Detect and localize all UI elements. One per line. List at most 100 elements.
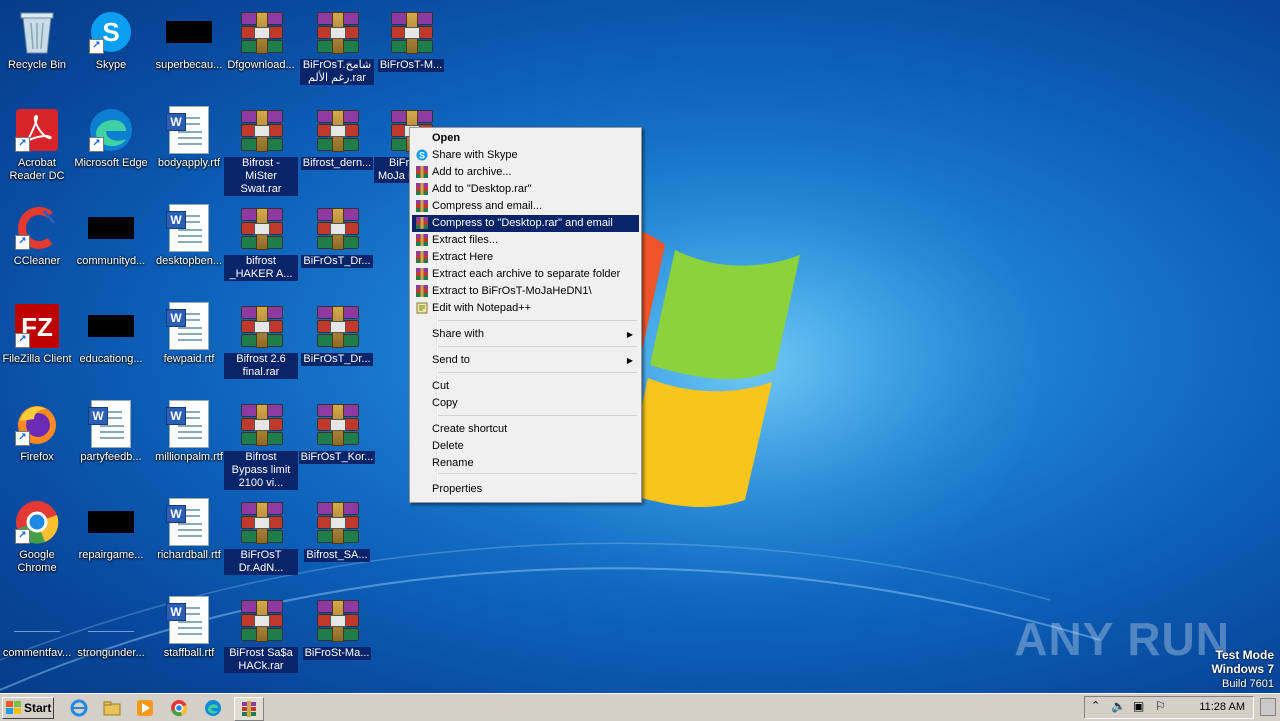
chrome-icon[interactable] <box>168 697 190 719</box>
desktop-icon-image <box>313 8 361 56</box>
desktop-icon[interactable]: Bifrost - MiSter Swat.rar <box>224 106 298 196</box>
winrar-archive-icon <box>239 404 283 446</box>
menu-item-share-with-skype[interactable]: S Share with Skype <box>412 147 639 164</box>
desktop-icon[interactable]: bifrost _HAKER A... <box>224 204 298 281</box>
desktop-icon[interactable]: Wrichardball.rtf <box>152 498 226 562</box>
menu-item-create-shortcut[interactable]: Create shortcut <box>412 421 639 438</box>
menu-item-add-to-desktop-rar[interactable]: Add to "Desktop.rar" <box>412 181 639 198</box>
menu-item-label: Extract Here <box>432 251 494 263</box>
menu-item-properties[interactable]: Properties <box>412 481 639 498</box>
desktop-icon[interactable]: BiFrOsT_Kor... <box>298 400 376 464</box>
desktop-icon[interactable]: BiFrOsT-M... <box>374 8 448 72</box>
menu-item-extract-files[interactable]: Extract files... <box>412 232 639 249</box>
shortcut-arrow-icon: ↗ <box>15 529 30 544</box>
menu-item-label: Edit with Notepad++ <box>432 302 532 314</box>
menu-separator <box>438 473 637 474</box>
network-icon[interactable]: ▣ <box>1133 699 1144 713</box>
menu-item-rename[interactable]: Rename <box>412 455 639 472</box>
desktop-icon[interactable]: Wfewpaid.rtf <box>152 302 226 366</box>
start-button[interactable]: Start <box>2 697 54 719</box>
menu-item-edit-with-notepad[interactable]: Edit with Notepad++ <box>412 300 639 317</box>
menu-item-open[interactable]: Open <box>412 130 639 147</box>
winrar-taskbar-button[interactable] <box>234 697 264 721</box>
windows-version-label: Windows 7 <box>1211 662 1274 676</box>
explorer-icon[interactable] <box>101 697 123 719</box>
menu-item-delete[interactable]: Delete <box>412 438 639 455</box>
desktop-icon-label: educationg... <box>79 353 143 365</box>
desktop-icon-image <box>87 596 135 644</box>
desktop-icon-image <box>237 8 285 56</box>
desktop-icon[interactable]: BiFrOsT.شامخ رغم الألم.rar <box>300 8 374 85</box>
shortcut-arrow-icon: ↗ <box>89 39 104 54</box>
media-player-icon[interactable] <box>134 697 156 719</box>
desktop-icon-image: W <box>165 302 213 350</box>
test-mode-label: Test Mode <box>1215 648 1274 662</box>
word-document-icon: W <box>88 400 131 448</box>
ie-icon[interactable] <box>68 697 90 719</box>
desktop-icon[interactable]: Bifrost Bypass limit 2100 vi... <box>224 400 298 490</box>
desktop-icon[interactable]: S ↗ Skype <box>74 8 148 72</box>
shortcut-arrow-icon: ↗ <box>15 235 30 250</box>
desktop-icon[interactable]: BiFroSt-Ma... <box>300 596 374 660</box>
desktop-icon-image: S ↗ <box>87 8 135 56</box>
desktop-icon[interactable]: commentfav... <box>0 596 74 660</box>
menu-item-extract-here[interactable]: Extract Here <box>412 249 639 266</box>
menu-item-extract-to-bifrost-mojahedn1[interactable]: Extract to BiFrOsT-MoJaHeDN1\ <box>412 283 639 300</box>
volume-icon[interactable]: 🔈 <box>1111 699 1126 713</box>
desktop-icon[interactable]: strongunder... <box>74 596 148 660</box>
menu-separator <box>438 415 637 416</box>
menu-item-extract-each-archive-to-separate-folder[interactable]: Extract each archive to separate folder <box>412 266 639 283</box>
edge-icon[interactable] <box>202 697 224 719</box>
desktop-icon[interactable]: Wpartyfeedb... <box>74 400 148 464</box>
menu-item-copy[interactable]: Copy <box>412 395 639 412</box>
menu-item-share-with[interactable]: Share with ▶ <box>412 326 639 343</box>
desktop-icon[interactable]: BiFrOsT_Dr... <box>300 302 374 366</box>
desktop-icon[interactable]: Wdesktopben... <box>152 204 226 268</box>
show-hidden-icons-icon[interactable]: ⌃ <box>1091 699 1100 712</box>
desktop-icon[interactable]: educationg... <box>74 302 148 366</box>
blank-file-icon <box>14 609 60 632</box>
desktop-icon-label: Dfgownload... <box>227 59 295 71</box>
desktop-icon-image <box>237 302 285 350</box>
menu-item-label: Add to "Desktop.rar" <box>432 183 532 195</box>
desktop-icon[interactable]: FZ ↗ FileZilla Client <box>0 302 74 366</box>
desktop-icon[interactable]: BiFrOsT_Dr... <box>300 204 374 268</box>
desktop-icon[interactable]: repairgame... <box>74 498 148 562</box>
menu-item-compress-and-email[interactable]: Compress and email... <box>412 198 639 215</box>
winrar-archive-icon <box>315 600 359 642</box>
action-center-flag-icon[interactable]: ⚐ <box>1155 699 1166 713</box>
desktop-icon[interactable]: BiFrost Sa$a HACk.rar <box>224 596 298 673</box>
menu-item-compress-to-desktop-rar-and-email[interactable]: Compress to "Desktop.rar" and email <box>412 215 639 232</box>
desktop-icon-label: FileZilla Client <box>2 353 72 365</box>
desktop-icon[interactable]: Recycle Bin <box>0 8 74 72</box>
menu-item-add-to-archive[interactable]: Add to archive... <box>412 164 639 181</box>
desktop-icon[interactable]: BiFrOsT Dr.AdN... <box>224 498 298 575</box>
desktop-icon-image <box>87 302 135 350</box>
show-desktop-button[interactable] <box>1260 698 1276 716</box>
desktop-icon[interactable]: communityd... <box>74 204 148 268</box>
desktop-icon[interactable]: Wstaffball.rtf <box>152 596 226 660</box>
desktop-icon[interactable]: Wbodyapply.rtf <box>152 106 226 170</box>
desktop-icon[interactable]: ↗ Microsoft Edge <box>74 106 148 170</box>
desktop-icon-label: Firefox <box>20 451 54 463</box>
desktop[interactable]: Recycle Bin S ↗ Skype superbecau... Dfgownloa… <box>0 0 1280 693</box>
desktop-icon[interactable]: Wmillionpalm.rtf <box>152 400 226 464</box>
desktop-icon[interactable]: ↗ Firefox <box>0 400 74 464</box>
menu-item-label: Delete <box>432 440 464 452</box>
clock[interactable]: 11:28 AM <box>1199 701 1245 713</box>
desktop-icon[interactable]: Dfgownload... <box>224 8 298 72</box>
desktop-icon[interactable]: Bifrost_dern... <box>300 106 374 170</box>
desktop-icon[interactable]: ↗ Google Chrome <box>0 498 74 575</box>
desktop-icon[interactable]: Bifrost 2.6 final.rar <box>224 302 298 379</box>
desktop-icon[interactable]: superbecau... <box>152 8 226 72</box>
desktop-icon-label: BiFrOsT.شامخ رغم الألم.rar <box>300 59 374 85</box>
desktop-icon[interactable]: ↗ Acrobat Reader DC <box>0 106 74 183</box>
desktop-icon-image <box>237 204 285 252</box>
menu-item-label: Share with Skype <box>432 149 518 161</box>
desktop-icon[interactable]: ↗ CCleaner <box>0 204 74 268</box>
desktop-icon[interactable]: Bifrost_SA... <box>300 498 374 562</box>
desktop-icon-image: ↗ <box>13 106 61 154</box>
shortcut-arrow-icon: ↗ <box>15 431 30 446</box>
menu-item-cut[interactable]: Cut <box>412 378 639 395</box>
menu-item-send-to[interactable]: Send to ▶ <box>412 352 639 369</box>
